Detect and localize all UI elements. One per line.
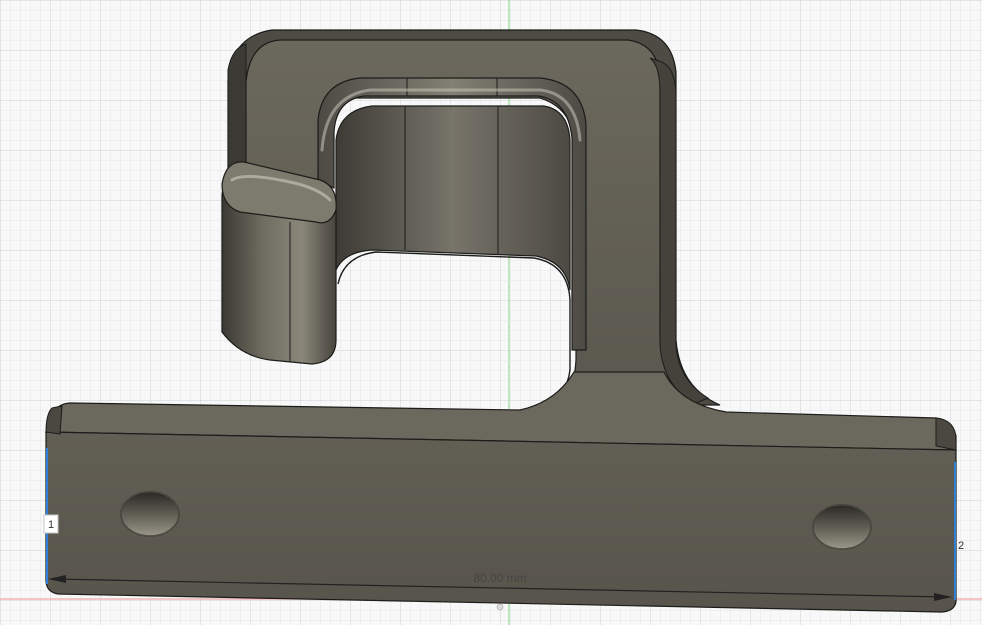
hook-left-edge: [227, 43, 247, 179]
hook-opening: [338, 252, 570, 410]
cad-viewport[interactable]: 80.00 mm 1 2: [0, 0, 982, 625]
marker-1[interactable]: 1: [43, 514, 59, 534]
origin-indicator: [496, 603, 504, 611]
marker-2[interactable]: 2: [958, 540, 964, 552]
marker-1-label: 1: [48, 519, 54, 531]
marker-2-label: 2: [958, 540, 964, 552]
hook-body[interactable]: [221, 29, 721, 413]
dimension-label[interactable]: 80.00 mm: [473, 571, 526, 585]
